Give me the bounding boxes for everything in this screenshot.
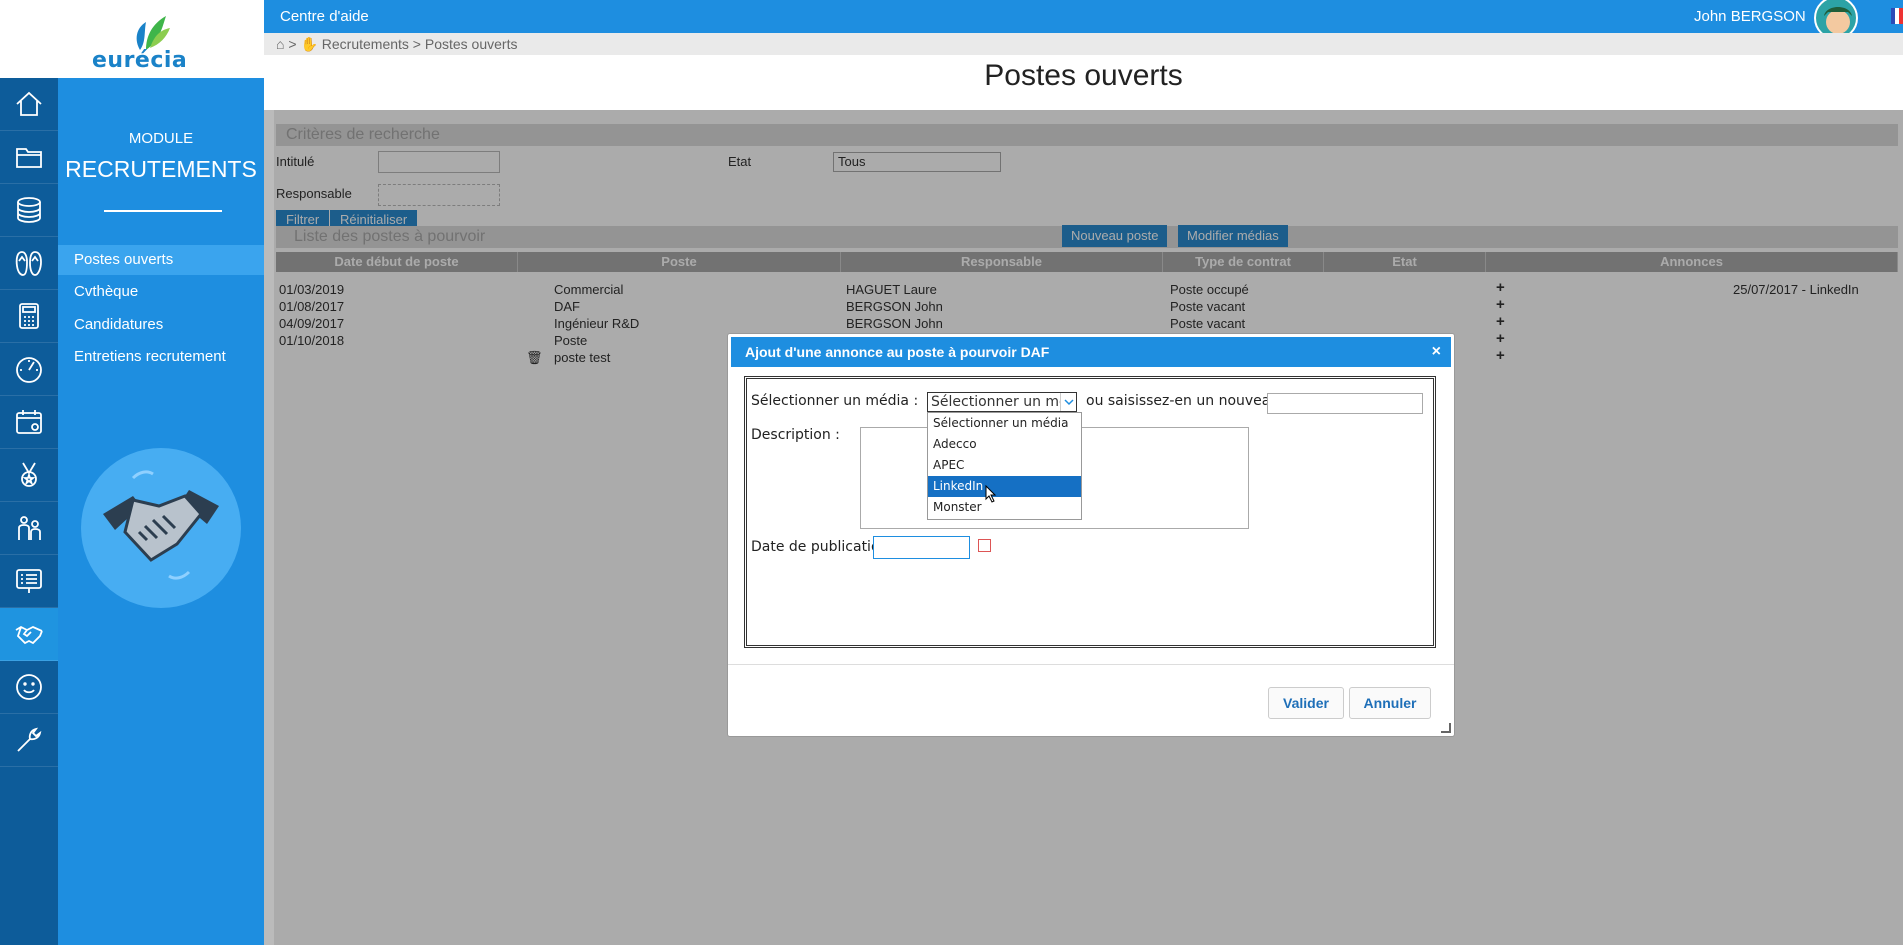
wrench-icon[interactable] [0, 714, 58, 767]
flipflops-icon[interactable] [0, 237, 58, 290]
home-icon[interactable] [0, 78, 58, 131]
calendar-picker-icon[interactable] [978, 539, 991, 552]
gauge-icon[interactable] [0, 343, 58, 396]
nav-item-postes-ouverts[interactable]: Postes ouverts [58, 245, 264, 275]
icon-rail [0, 0, 58, 945]
page-title-bar: Postes ouverts [264, 55, 1903, 110]
handshake-small-icon: ✋ [300, 36, 318, 52]
people-icon[interactable] [0, 502, 58, 555]
new-media-input[interactable] [1267, 393, 1423, 414]
coins-icon[interactable] [0, 184, 58, 237]
media-select-value: Sélectionner un média [931, 394, 1077, 410]
nav-item-entretiens[interactable]: Entretiens recrutement [58, 342, 264, 372]
dropdown-option[interactable]: APEC [928, 455, 1081, 476]
media-label: Sélectionner un média : [751, 393, 919, 409]
description-label: Description : [751, 427, 840, 443]
mouse-cursor-icon [985, 485, 997, 503]
module-divider [104, 210, 222, 212]
media-select[interactable]: Sélectionner un média [927, 392, 1077, 412]
user-name[interactable]: John BERGSON [1694, 8, 1806, 25]
french-flag-icon[interactable] [1891, 8, 1903, 24]
dropdown-option[interactable]: Sélectionner un média [928, 413, 1081, 434]
new-media-label: ou saisissez-en un nouveau : [1086, 393, 1289, 409]
validate-button[interactable]: Valider [1268, 687, 1344, 719]
home-small-icon[interactable]: ⌂ [276, 36, 284, 52]
media-dropdown-list: Sélectionner un média Adecco APEC Linked… [927, 412, 1082, 520]
cancel-button[interactable]: Annuler [1349, 687, 1431, 719]
presentation-icon[interactable] [0, 555, 58, 608]
dropdown-option-highlighted[interactable]: LinkedIn [928, 476, 1081, 497]
resize-handle[interactable] [1441, 723, 1451, 733]
brand-logo[interactable]: eurécia [0, 0, 264, 78]
dialog-title: Ajout d'une annonce au poste à pourvoir … [745, 344, 1050, 360]
nav-item-cvtheque[interactable]: Cvthèque [58, 277, 264, 307]
add-ad-dialog: Ajout d'une annonce au poste à pourvoir … [727, 333, 1455, 737]
calendar-icon[interactable] [0, 396, 58, 449]
dialog-divider [728, 664, 1454, 665]
calculator-icon[interactable] [0, 290, 58, 343]
left-scrollbar[interactable] [264, 110, 274, 945]
logo-text: eurécia [92, 48, 188, 73]
module-label: MODULE [128, 130, 194, 147]
dialog-form: Sélectionner un média : Sélectionner un … [744, 376, 1436, 648]
smiley-icon[interactable] [0, 661, 58, 714]
logo-leaf-icon [136, 16, 170, 50]
breadcrumb-path[interactable]: Recrutements > Postes ouverts [322, 36, 518, 52]
module-title: RECRUTEMENTS [65, 156, 257, 182]
dropdown-option[interactable]: Adecco [928, 434, 1081, 455]
handshake-illustration [81, 448, 241, 608]
publication-date-input[interactable] [873, 536, 970, 559]
folder-icon[interactable] [0, 131, 58, 184]
dialog-title-bar: Ajout d'une annonce au poste à pourvoir … [731, 337, 1451, 367]
help-center-link[interactable]: Centre d'aide [280, 8, 369, 25]
close-icon[interactable]: × [1432, 337, 1441, 367]
medal-icon[interactable] [0, 449, 58, 502]
module-panel: MODULE RECRUTEMENTS Postes ouverts Cvthè… [58, 78, 264, 945]
handshake-icon[interactable] [0, 608, 58, 661]
top-bar: Centre d'aide John BERGSON [264, 0, 1903, 40]
page-title: Postes ouverts [984, 59, 1183, 92]
breadcrumb: ⌂ > ✋ Recrutements > Postes ouverts [264, 33, 1903, 55]
nav-item-candidatures[interactable]: Candidatures [58, 310, 264, 340]
dropdown-option[interactable]: Monster [928, 497, 1081, 518]
chevron-down-icon[interactable] [1060, 393, 1076, 411]
